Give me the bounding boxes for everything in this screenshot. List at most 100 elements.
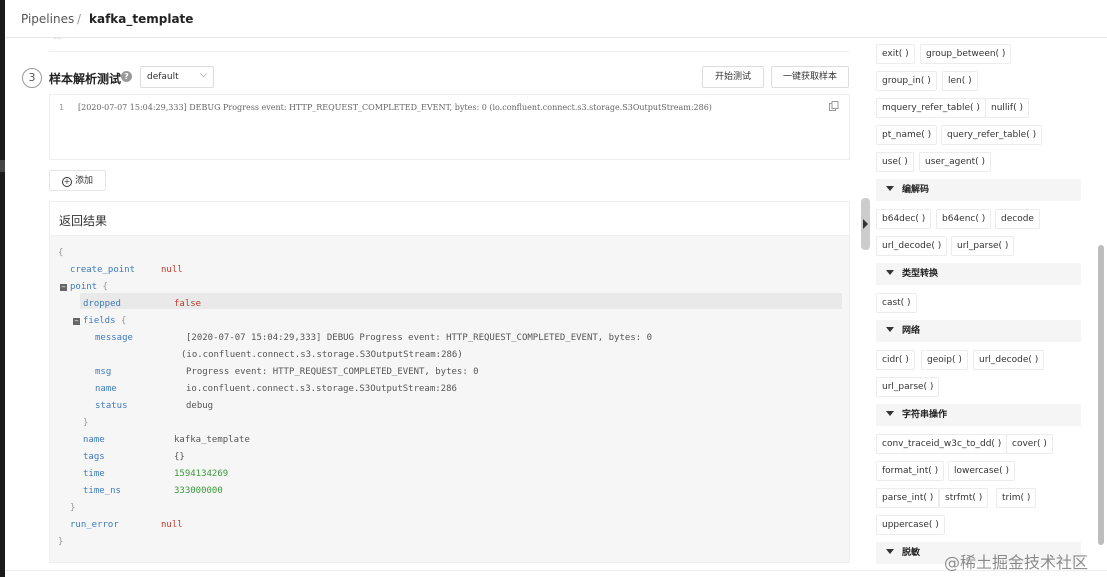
bottom-divider xyxy=(5,570,1107,571)
collapse-icon: − xyxy=(73,317,80,325)
function-chip[interactable]: cast( ) xyxy=(876,293,917,313)
function-chip[interactable]: group_in( ) xyxy=(876,71,937,91)
function-chip[interactable]: decode xyxy=(995,209,1040,229)
add-button[interactable]: + 添加 xyxy=(49,170,106,191)
breadcrumb-pipelines-link[interactable]: Pipelines xyxy=(21,12,74,26)
category-codec[interactable]: 编解码 xyxy=(876,179,1081,201)
function-chip[interactable]: query_refer_table( ) xyxy=(941,125,1043,145)
json-value: debug xyxy=(186,401,214,411)
json-value: 1594134269 xyxy=(174,469,229,479)
json-row: time_ns xyxy=(83,486,121,496)
fetch-sample-button[interactable]: 一键获取样本 xyxy=(771,66,849,88)
json-brace: } xyxy=(70,503,76,513)
function-chip[interactable]: b64enc( ) xyxy=(936,209,992,229)
function-chip[interactable]: user_agent( ) xyxy=(919,152,992,172)
json-row: run_error xyxy=(70,520,119,530)
json-brace: } xyxy=(83,418,89,428)
function-chip[interactable]: parse_int( ) xyxy=(876,488,940,508)
json-row-fields[interactable]: − fields { xyxy=(73,316,126,326)
json-value: null xyxy=(161,265,183,275)
category-type-conversion[interactable]: 类型转换 xyxy=(876,263,1081,285)
panel-toggle-handle[interactable] xyxy=(861,198,870,250)
json-value: {} xyxy=(174,452,185,462)
caret-down-icon xyxy=(886,327,894,332)
json-row-point[interactable]: − point { xyxy=(60,282,108,292)
function-chip[interactable]: url_parse( ) xyxy=(876,377,940,397)
function-chip[interactable]: use( ) xyxy=(876,152,914,172)
copy-icon[interactable] xyxy=(829,101,839,111)
caret-down-icon xyxy=(886,270,894,275)
function-chip[interactable]: url_decode( ) xyxy=(876,236,948,256)
json-row: time xyxy=(83,469,105,479)
main-content: "" 3 样本解析测试 ? default ⌵ 开始测试 一键获取样本 1 [2… xyxy=(5,38,857,577)
caret-right-icon xyxy=(863,219,868,229)
function-chip[interactable]: trim( ) xyxy=(996,488,1037,508)
json-value: (io.confluent.connect.s3.storage.S3Outpu… xyxy=(181,350,463,360)
result-title: 返回结果 xyxy=(59,214,108,228)
start-test-button[interactable]: 开始测试 xyxy=(702,66,764,88)
sample-editor[interactable]: 1 [2020-07-07 15:04:29,333] DEBUG Progre… xyxy=(49,94,850,160)
function-chip[interactable]: geoip( ) xyxy=(921,350,968,370)
sample-select-value: default xyxy=(147,72,179,82)
function-chip[interactable]: pt_name( ) xyxy=(876,125,938,145)
json-value: Progress event: HTTP_REQUEST_COMPLETED_E… xyxy=(186,367,479,377)
json-row: create_point xyxy=(70,265,136,275)
previous-step-tail: "" xyxy=(49,38,849,52)
function-chip[interactable]: format_int( ) xyxy=(876,461,945,481)
json-row: msg xyxy=(95,367,112,377)
step-title: 样本解析测试 xyxy=(49,72,122,86)
function-chip[interactable]: url_parse( ) xyxy=(951,236,1015,256)
json-row: status xyxy=(95,401,128,411)
json-row: name xyxy=(95,384,117,394)
chevron-down-icon: ⌵ xyxy=(200,70,207,80)
function-chip[interactable]: b64dec( ) xyxy=(876,209,932,229)
function-chip[interactable]: mquery_refer_table( ) xyxy=(876,98,986,118)
sidebar-scrollbar[interactable] xyxy=(1098,245,1104,545)
add-button-label: 添加 xyxy=(74,176,93,186)
function-chip[interactable]: len( ) xyxy=(942,71,978,91)
json-row: tags xyxy=(83,452,105,462)
category-network[interactable]: 网络 xyxy=(876,320,1081,342)
json-value: [2020-07-07 15:04:29,333] DEBUG Progress… xyxy=(186,333,652,343)
function-chip[interactable]: lowercase( ) xyxy=(948,461,1015,481)
result-json-viewer: { create_point null − point { dropped fal… xyxy=(50,236,849,562)
result-header: 返回结果 xyxy=(50,202,849,236)
caret-down-icon xyxy=(886,411,894,416)
breadcrumb-separator: / xyxy=(77,12,82,26)
json-value: null xyxy=(161,520,183,530)
json-value: 333000000 xyxy=(174,486,223,496)
function-chip[interactable]: url_decode( ) xyxy=(973,350,1045,370)
category-string-ops[interactable]: 字符串操作 xyxy=(876,404,1081,426)
result-panel: 返回结果 { create_point null − point { droppe… xyxy=(49,201,850,563)
json-row: message xyxy=(95,333,133,343)
help-icon[interactable]: ? xyxy=(121,71,132,82)
function-chip[interactable]: exit( ) xyxy=(876,44,915,64)
json-brace: } xyxy=(58,537,64,547)
function-chip[interactable]: cover( ) xyxy=(1006,434,1053,454)
watermark-text: @稀土掘金技术社区 xyxy=(944,553,1089,572)
collapse-icon: − xyxy=(60,283,67,291)
function-chip[interactable]: strfmt( ) xyxy=(939,488,989,508)
line-number: 1 xyxy=(59,103,64,112)
function-chip[interactable]: conv_traceid_w3c_to_dd( ) xyxy=(876,434,1008,454)
top-bar: Pipelines / kafka_template xyxy=(5,0,1107,38)
json-brace: { xyxy=(58,248,64,258)
function-chip[interactable]: uppercase( ) xyxy=(876,515,945,535)
caret-down-icon xyxy=(886,186,894,191)
step-number-badge: 3 xyxy=(22,68,42,88)
sample-select[interactable]: default ⌵ xyxy=(140,66,214,88)
function-chip[interactable]: group_between( ) xyxy=(920,44,1012,64)
json-value: kafka_template xyxy=(174,435,250,445)
app-window: Pipelines / kafka_template "" 3 样本解析测试 ?… xyxy=(0,0,1107,577)
function-sidebar: exit( ) group_between( ) group_in( ) len… xyxy=(873,38,1098,577)
json-value: io.confluent.connect.s3.storage.S3Output… xyxy=(186,384,457,394)
plus-circle-icon: + xyxy=(61,177,72,187)
function-chip[interactable]: nullif( ) xyxy=(985,98,1029,118)
sample-text: [2020-07-07 15:04:29,333] DEBUG Progress… xyxy=(78,103,712,112)
function-chip[interactable]: cidr( ) xyxy=(876,350,915,370)
json-row: name xyxy=(83,435,105,445)
caret-down-icon xyxy=(886,549,894,554)
json-value: false xyxy=(174,299,202,309)
breadcrumb-current: kafka_template xyxy=(89,12,194,26)
json-row: dropped xyxy=(83,299,121,309)
